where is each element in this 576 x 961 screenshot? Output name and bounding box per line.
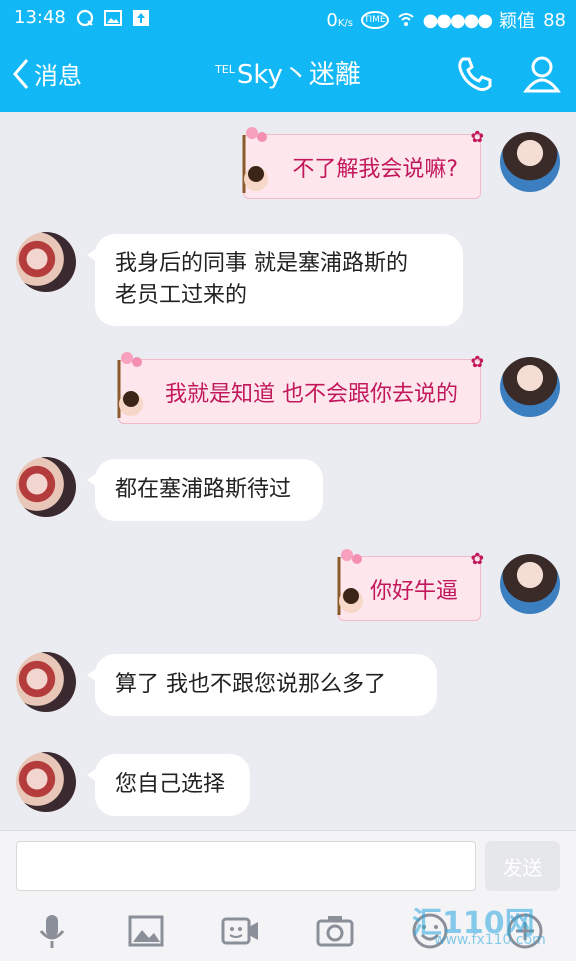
message-bubble-received[interactable]: 都在塞浦路斯待过 [87, 459, 323, 521]
upload-icon [132, 9, 149, 26]
contact-avatar[interactable] [16, 457, 76, 517]
watermark-url: www.fx110.com [434, 932, 546, 948]
butterfly-icon: ✿ [470, 127, 484, 146]
butterfly-icon: ✿ [470, 549, 484, 568]
contact-avatar[interactable] [16, 752, 76, 812]
message-bubble-sent[interactable]: ✿ 不了解我会说嘛? [242, 127, 484, 199]
bubble-decoration-icon [242, 127, 268, 193]
microphone-icon[interactable] [32, 911, 72, 951]
status-right: 0K/s TIME ●●●●● 颖值 88 [326, 7, 566, 33]
camera-icon[interactable] [315, 911, 355, 951]
message-text: 我就是知道 也不会跟你去说的 [165, 381, 458, 407]
message-bubble-sent[interactable]: ✿ 我就是知道 也不会跟你去说的 [117, 352, 484, 424]
message-bubble-received[interactable]: 您自己选择 [87, 754, 250, 816]
contact-avatar[interactable] [16, 652, 76, 712]
contact-name: Sky丶迷離 [236, 60, 361, 90]
sim-icon: TIME [360, 11, 389, 29]
message-text: 都在塞浦路斯待过 [115, 477, 292, 502]
message-text: 你好牛逼 [369, 578, 458, 604]
title-prefix: TEL [215, 63, 235, 77]
status-left: 13:48 [14, 7, 150, 28]
chat-area[interactable]: ✿ 不了解我会说嘛? 我身后的同事 就是塞浦路斯的 老员工过来的 ✿ 我就是知道… [0, 112, 576, 830]
wifi-icon [397, 13, 414, 26]
my-avatar[interactable] [500, 132, 560, 192]
message-text: 老员工过来的 [115, 283, 248, 308]
message-bubble-received[interactable]: 算了 我也不跟您说那么多了 [87, 654, 437, 716]
phone-icon[interactable] [455, 54, 495, 94]
my-avatar[interactable] [500, 554, 560, 614]
qq-icon [76, 9, 93, 26]
bubble-decoration-icon [117, 352, 143, 418]
watermark-logo: 汇110网 www.fx110.com [412, 906, 546, 948]
status-bar: 13:48 0K/s TIME ●●●●● 颖值 88 [0, 0, 576, 36]
message-text: 不了解我会说嘛? [292, 156, 458, 182]
message-text: 您自己选择 [115, 772, 226, 797]
message-input[interactable] [16, 841, 476, 891]
carrier-name: 颖值 [499, 11, 536, 32]
title-bar: 消息 TELSky丶迷離 [0, 36, 576, 112]
profile-icon[interactable] [522, 54, 562, 94]
bubble-decoration-icon [337, 549, 363, 615]
signal-dots: ●●●●● [422, 9, 494, 31]
status-time: 13:48 [14, 7, 66, 28]
send-button[interactable]: 发送 [485, 841, 560, 891]
battery-level: 88 [543, 9, 566, 31]
video-icon[interactable] [220, 911, 260, 951]
network-speed: 0K/s [326, 9, 353, 31]
message-bubble-received[interactable]: 我身后的同事 就是塞浦路斯的 老员工过来的 [87, 234, 463, 326]
contact-avatar[interactable] [16, 232, 76, 292]
message-text: 我身后的同事 就是塞浦路斯的 [115, 251, 408, 276]
message-bubble-sent[interactable]: ✿ 你好牛逼 [337, 549, 484, 621]
gallery-icon [103, 9, 122, 26]
image-icon[interactable] [126, 911, 166, 951]
message-text: 算了 我也不跟您说那么多了 [115, 672, 386, 697]
butterfly-icon: ✿ [470, 352, 484, 371]
my-avatar[interactable] [500, 357, 560, 417]
